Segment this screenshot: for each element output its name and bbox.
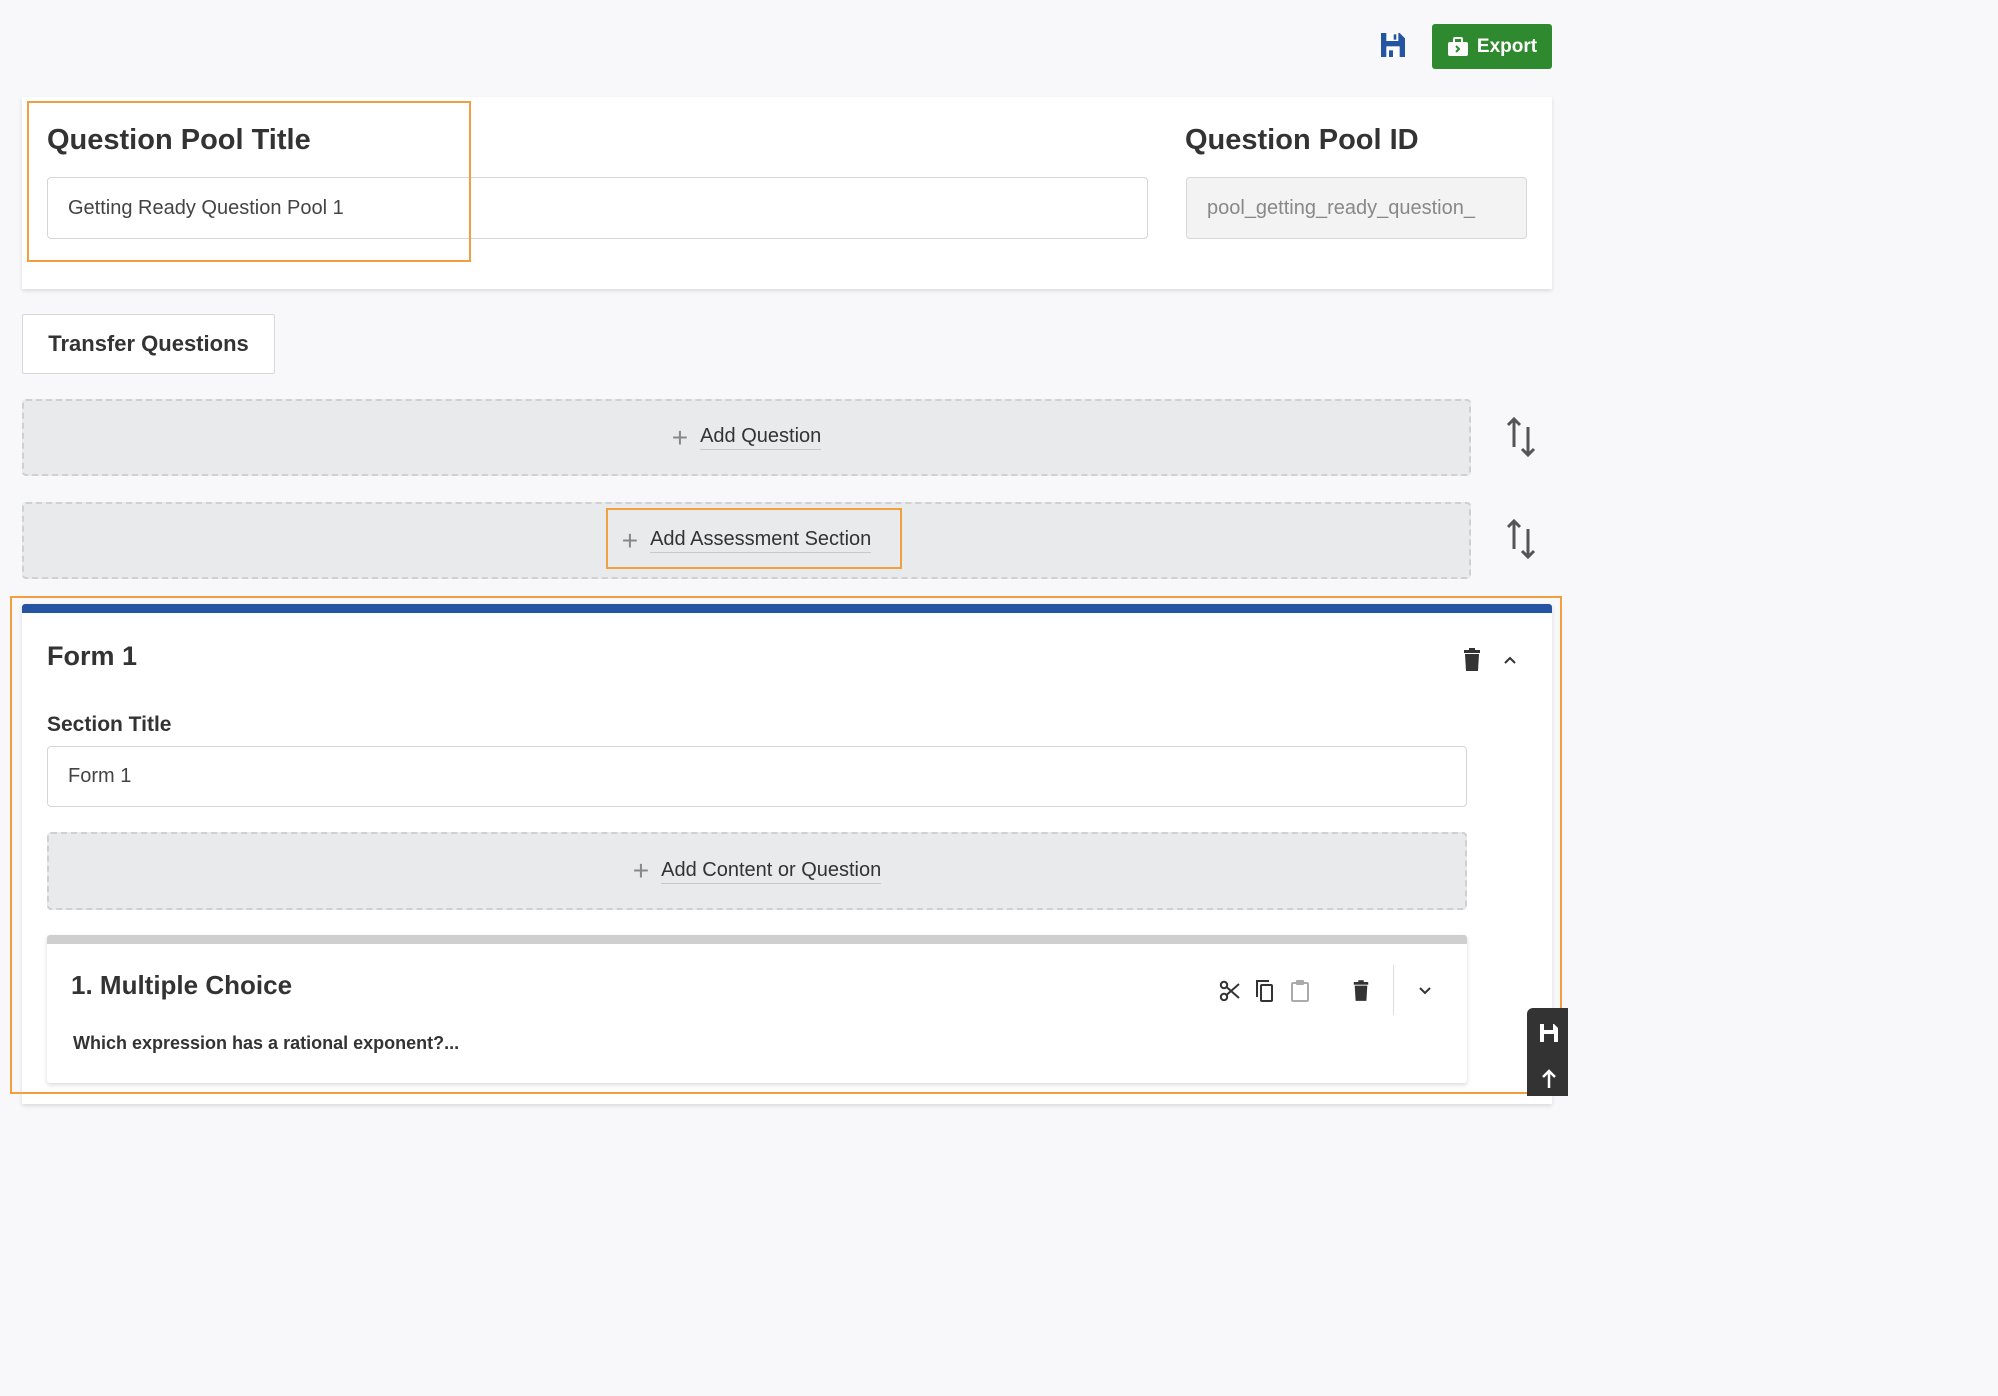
- expand-question-button[interactable]: [1412, 977, 1438, 1005]
- toolbar-divider: [1393, 965, 1394, 1015]
- question-prompt: Which expression has a rational exponent…: [73, 1033, 460, 1053]
- pool-title-label: Question Pool Title: [47, 124, 311, 156]
- delete-section-button[interactable]: [1462, 648, 1482, 677]
- cut-button[interactable]: [1217, 977, 1243, 1005]
- transfer-questions-label: Transfer Questions: [48, 331, 249, 356]
- collapse-section-button[interactable]: [1502, 652, 1518, 673]
- transfer-questions-button[interactable]: Transfer Questions: [22, 314, 275, 374]
- plus-icon: +: [621, 524, 639, 556]
- copy-icon: [1256, 980, 1273, 1002]
- section-heading: Form 1: [47, 641, 138, 671]
- dock-scroll-top-button[interactable]: [1535, 1064, 1563, 1094]
- add-content-bar[interactable]: + Add Content or Question: [47, 832, 1467, 910]
- pool-id-label: Question Pool ID: [1185, 124, 1419, 156]
- pool-id-value: pool_getting_ready_question_: [1207, 196, 1475, 219]
- pool-header-card: Question Pool Title Getting Ready Questi…: [22, 97, 1552, 289]
- floppy-disk-icon: [1381, 33, 1405, 57]
- floating-dock: [1527, 1008, 1568, 1096]
- section-title-value: Form 1: [68, 765, 132, 787]
- add-question-bar[interactable]: + Add Question: [22, 399, 1471, 476]
- question-accent-bar: [47, 935, 1467, 944]
- add-content-label: Add Content or Question: [661, 859, 882, 884]
- pool-title-value: Getting Ready Question Pool 1: [68, 196, 344, 219]
- question-title: 1. Multiple Choice: [71, 970, 293, 1000]
- pool-id-input[interactable]: pool_getting_ready_question_: [1186, 177, 1527, 239]
- trash-icon: [1464, 648, 1480, 671]
- add-assessment-section-bar[interactable]: + Add Assessment Section: [22, 502, 1471, 579]
- floppy-disk-icon: [1540, 1024, 1558, 1042]
- export-button[interactable]: Export: [1432, 24, 1552, 69]
- section-accent-bar: [22, 604, 1552, 613]
- add-question-label: Add Question: [700, 425, 822, 450]
- reorder-arrows-icon[interactable]: [1504, 517, 1538, 561]
- copy-button[interactable]: [1251, 977, 1277, 1005]
- delete-question-button[interactable]: [1348, 977, 1374, 1005]
- plus-icon: +: [671, 421, 689, 453]
- briefcase-export-icon: [1447, 36, 1468, 56]
- add-section-label: Add Assessment Section: [650, 528, 872, 553]
- clipboard-icon: [1291, 980, 1309, 1002]
- save-button[interactable]: [1374, 26, 1412, 64]
- export-label: Export: [1476, 35, 1538, 57]
- plus-icon: +: [632, 855, 650, 886]
- question-card: 1. Multiple Choice Which expression has …: [47, 935, 1467, 1083]
- reorder-arrows-icon[interactable]: [1504, 415, 1538, 459]
- dock-save-button[interactable]: [1535, 1018, 1563, 1048]
- scissors-icon: [1219, 980, 1240, 1002]
- section-card: Form 1 Section Title Form 1 + Add Conten…: [22, 604, 1552, 1104]
- top-toolbar: Export: [0, 0, 1568, 95]
- trash-icon: [1353, 980, 1369, 1001]
- chevron-down-icon: [1419, 987, 1431, 995]
- section-title-input[interactable]: Form 1: [47, 746, 1467, 807]
- section-title-label: Section Title: [47, 713, 172, 736]
- pool-title-input[interactable]: Getting Ready Question Pool 1: [47, 177, 1148, 239]
- arrow-up-icon: [1542, 1069, 1556, 1088]
- chevron-up-icon: [1504, 656, 1516, 664]
- paste-button[interactable]: [1287, 977, 1313, 1005]
